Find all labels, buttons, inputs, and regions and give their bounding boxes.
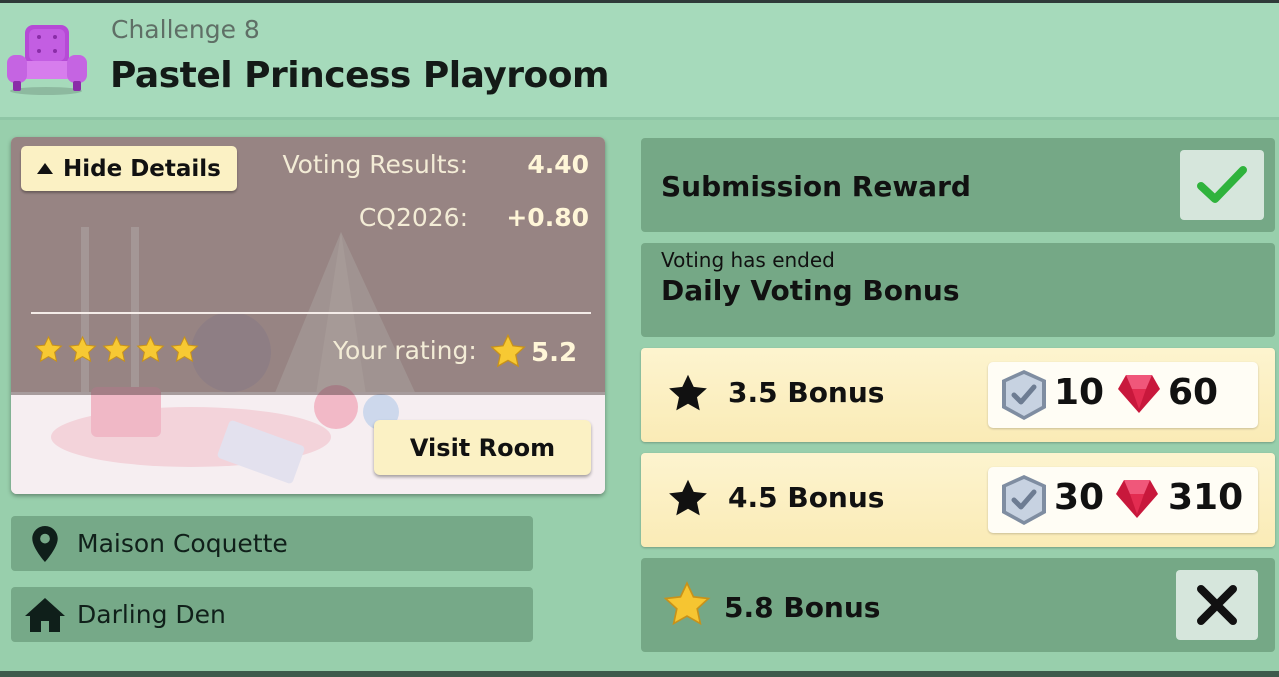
cq-label: CQ2026: bbox=[358, 203, 468, 232]
bonus-row: 4.5 Bonus 30 310 bbox=[641, 453, 1275, 547]
room-type-label: Darling Den bbox=[77, 600, 226, 629]
gem-amount: 60 bbox=[1168, 372, 1219, 413]
silver-coin-icon bbox=[1002, 370, 1046, 420]
bonus-status bbox=[1176, 570, 1258, 640]
hide-details-label: Hide Details bbox=[63, 155, 221, 182]
bonus-row: 3.5 Bonus 10 60 bbox=[641, 348, 1275, 442]
challenge-header: Challenge 8 Pastel Princess Playroom bbox=[0, 3, 1279, 120]
ruby-gem-icon bbox=[1116, 480, 1158, 518]
bottom-edge bbox=[0, 671, 1279, 677]
room-preview-card: Hide Details Voting Results: 4.40 CQ2026… bbox=[11, 137, 605, 494]
coin-amount: 30 bbox=[1054, 477, 1105, 518]
daily-voting-label: Daily Voting Bonus bbox=[661, 274, 960, 307]
location-row: Maison Coquette bbox=[11, 516, 533, 571]
visit-room-button[interactable]: Visit Room bbox=[374, 420, 591, 475]
room-type-row: Darling Den bbox=[11, 587, 533, 642]
star-icon bbox=[102, 335, 131, 363]
ruby-gem-icon bbox=[1118, 375, 1160, 413]
rating-star-icon bbox=[490, 333, 526, 368]
voting-results-value: 4.40 bbox=[527, 150, 589, 179]
bonus-label: 5.8 Bonus bbox=[724, 591, 881, 624]
triangle-up-icon bbox=[37, 163, 53, 174]
purple-armchair-icon bbox=[7, 25, 87, 95]
black-star-icon bbox=[669, 374, 707, 411]
location-label: Maison Coquette bbox=[77, 529, 288, 558]
page-title: Pastel Princess Playroom bbox=[110, 55, 610, 96]
black-star-icon bbox=[669, 479, 707, 516]
submission-reward-panel: Submission Reward bbox=[641, 138, 1275, 232]
gem-amount: 310 bbox=[1168, 477, 1244, 518]
submission-status bbox=[1180, 150, 1264, 220]
hide-details-button[interactable]: Hide Details bbox=[21, 146, 237, 191]
your-rating-value: 5.2 bbox=[531, 338, 578, 368]
bonus-reward-box: 10 60 bbox=[988, 362, 1258, 428]
your-rating-label: Your rating: bbox=[333, 336, 477, 365]
divider bbox=[31, 312, 591, 314]
daily-voting-panel: Voting has ended Daily Voting Bonus bbox=[641, 243, 1275, 337]
star-icon bbox=[136, 335, 165, 363]
coin-amount: 10 bbox=[1054, 372, 1105, 413]
bonus-row: 5.8 Bonus bbox=[641, 558, 1275, 652]
bonus-label: 3.5 Bonus bbox=[728, 376, 885, 409]
voting-results-label: Voting Results: bbox=[282, 150, 468, 179]
community-star-rating bbox=[33, 335, 200, 365]
silver-coin-icon bbox=[1002, 475, 1046, 525]
challenge-number: Challenge 8 bbox=[111, 15, 260, 44]
checkmark-icon bbox=[1197, 166, 1247, 203]
home-icon bbox=[23, 597, 67, 632]
star-icon bbox=[170, 335, 199, 363]
cq-value: +0.80 bbox=[506, 203, 589, 232]
gold-star-icon bbox=[663, 581, 711, 626]
x-mark-icon bbox=[1197, 585, 1237, 625]
star-icon bbox=[34, 335, 63, 363]
location-pin-icon bbox=[23, 525, 67, 562]
voting-status-text: Voting has ended bbox=[661, 248, 835, 272]
submission-reward-label: Submission Reward bbox=[661, 170, 971, 203]
bonus-reward-box: 30 310 bbox=[988, 467, 1258, 533]
bonus-label: 4.5 Bonus bbox=[728, 481, 885, 514]
star-icon bbox=[68, 335, 97, 363]
